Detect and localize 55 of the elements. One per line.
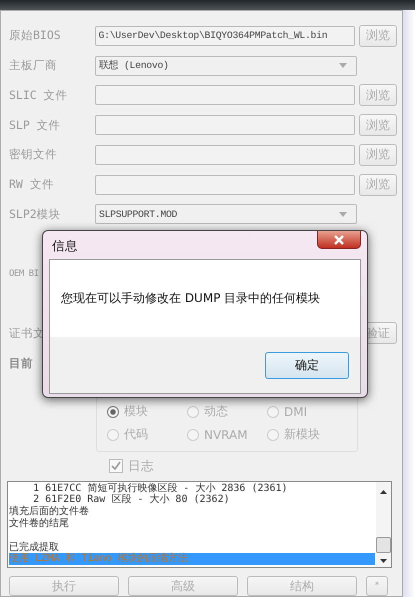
browse-button[interactable]: 浏览 [359, 114, 398, 136]
field-label: SLP2模块 [9, 206, 62, 222]
dropdown[interactable]: 联想 (Lenovo) [95, 56, 357, 76]
file-path-field[interactable] [94, 85, 356, 106]
radio-button[interactable] [107, 406, 119, 418]
radio-button[interactable] [107, 428, 119, 440]
action-button[interactable]: 执行 [9, 576, 119, 596]
radio-label: 模块 [124, 403, 148, 420]
dialog-message: 您现在可以手动修改在 DUMP 目录中的任何模块 [61, 290, 320, 307]
action-button[interactable]: 结构 [247, 576, 357, 596]
radio-label: NVRAM [204, 428, 248, 442]
log-line[interactable]: 1 61E7CC 简短可执行映像区段 - 大小 2836 (2361) [9, 482, 375, 494]
file-path-field[interactable] [94, 174, 356, 195]
field-label: SLIC 文件 [9, 88, 69, 103]
dropdown-arrow-icon [339, 212, 347, 217]
radio-button[interactable] [187, 406, 199, 418]
log-line[interactable]: 已完成提取 [9, 542, 375, 554]
browse-button[interactable]: 浏览 [359, 144, 398, 166]
scrollbar[interactable] [376, 482, 391, 567]
radio-label: DMI [284, 404, 308, 418]
radio-label: 新模块 [284, 426, 320, 443]
field-label: 主板厂商 [9, 58, 58, 74]
action-button[interactable]: 高级 [128, 576, 238, 596]
file-path-field[interactable] [94, 144, 356, 165]
field-label: SLP 文件 [9, 118, 62, 133]
radio-label: 动态 [204, 403, 228, 420]
log-line[interactable]: 文件卷的结尾 [9, 518, 375, 530]
checkmark-icon [111, 461, 121, 472]
dropdown[interactable]: SLPSUPPORT.MOD [95, 204, 357, 224]
radio-button[interactable] [267, 428, 279, 440]
dialog-title: 信息 [52, 238, 78, 255]
log-line[interactable]: 填充后面的文件卷 [9, 506, 375, 518]
scroll-up-icon[interactable] [380, 490, 387, 494]
browse-button[interactable]: 浏览 [359, 84, 398, 106]
status-label: 目前 [9, 356, 34, 371]
action-button[interactable]: * [366, 576, 388, 596]
browse-button[interactable]: 浏览 [359, 174, 398, 196]
scrollbar-thumb[interactable] [376, 536, 391, 553]
file-path-field[interactable]: G:\UserDev\Desktop\BIQYO364PMPatch_WL.bin [94, 26, 356, 46]
field-label: OEM BI [9, 268, 40, 279]
field-label: RW 文件 [9, 177, 55, 192]
radio-label: 代码 [124, 426, 148, 443]
radio-button[interactable] [187, 428, 199, 440]
ok-button[interactable]: 确定 [265, 352, 349, 378]
scroll-down-icon[interactable] [380, 558, 387, 563]
radio-button[interactable] [267, 406, 279, 418]
close-icon [333, 234, 345, 244]
log-line[interactable]: 2 61F2E0 Raw 区段 - 大小 80 (2362) [9, 494, 375, 506]
browse-button[interactable]: 浏览 [359, 24, 398, 47]
field-label: 原始BIOS [9, 28, 62, 44]
dropdown-arrow-icon [339, 63, 347, 68]
file-path-field[interactable] [94, 115, 356, 136]
close-button[interactable] [317, 231, 361, 249]
field-label: 密钥文件 [9, 147, 58, 162]
log-checkbox[interactable]: 日志 [109, 458, 154, 475]
